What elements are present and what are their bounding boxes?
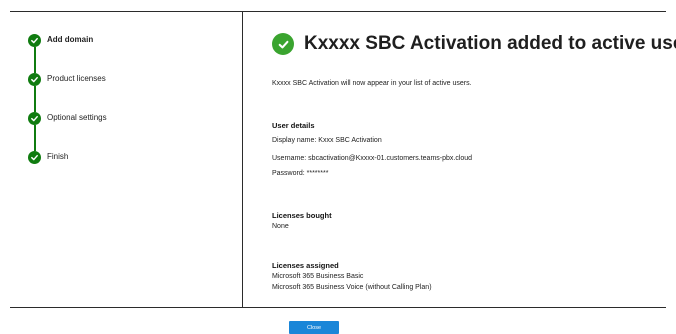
checkmark-icon	[28, 34, 41, 47]
user-details-heading: User details	[272, 121, 315, 130]
step-label: Finish	[47, 152, 69, 161]
step-product-licenses[interactable]: Product licenses	[28, 73, 228, 87]
intro-text: Kxxxx SBC Activation will now appear in …	[272, 80, 472, 87]
licenses-bought-heading: Licenses bought	[272, 211, 332, 220]
licenses-bought-value: None	[272, 223, 289, 230]
success-check-icon	[272, 33, 294, 55]
password-text: Password: ********	[272, 170, 329, 177]
checkmark-icon	[28, 112, 41, 125]
step-connector	[34, 86, 36, 112]
step-label: Product licenses	[47, 74, 106, 83]
step-finish[interactable]: Finish	[28, 151, 228, 165]
username-text: Username: sbcactivation@Kxxxx-01.custome…	[272, 155, 473, 162]
top-rule	[10, 11, 666, 12]
step-label: Add domain	[47, 35, 94, 44]
step-optional-settings[interactable]: Optional settings	[28, 112, 228, 126]
step-add-domain[interactable]: Add domain	[28, 34, 228, 48]
panel-divider	[242, 11, 243, 307]
license-item: Microsoft 365 Business Basic	[272, 273, 364, 280]
display-name-text: Display name: Kxxx SBC Activation	[272, 137, 382, 144]
step-label: Optional settings	[47, 113, 107, 122]
bottom-rule	[10, 307, 666, 308]
page-title: Kxxxx SBC Activation added to active use…	[304, 33, 676, 54]
licenses-assigned-heading: Licenses assigned	[272, 261, 339, 270]
checkmark-icon	[28, 151, 41, 164]
checkmark-icon	[28, 73, 41, 86]
step-connector	[34, 47, 36, 73]
page-title-row: Kxxxx SBC Activation added to active use…	[272, 33, 676, 55]
close-button[interactable]: Close	[289, 321, 339, 334]
step-connector	[34, 125, 36, 151]
license-item: Microsoft 365 Business Voice (without Ca…	[272, 284, 432, 291]
